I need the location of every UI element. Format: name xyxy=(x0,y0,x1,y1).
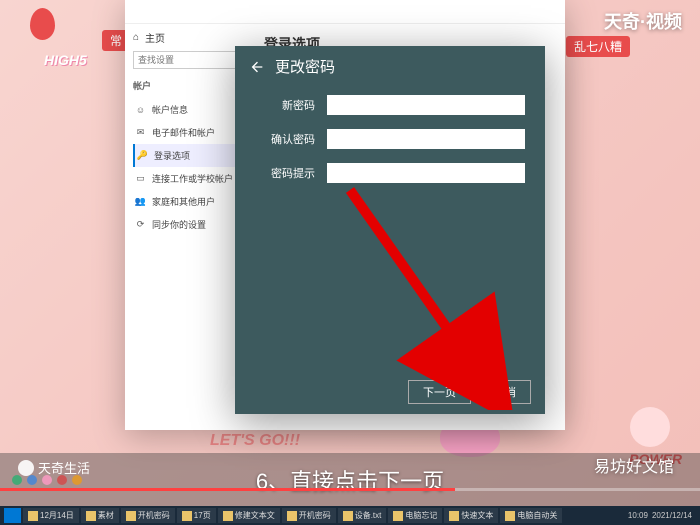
sidebar-item-label: 同步你的设置 xyxy=(152,218,206,231)
taskbar-item[interactable]: 17页 xyxy=(177,508,216,523)
folder-icon xyxy=(223,511,233,521)
taskbar-item[interactable]: 设备.txt xyxy=(338,508,387,523)
folder-icon xyxy=(126,511,136,521)
system-tray[interactable]: 10:09 2021/12/14 xyxy=(628,511,696,520)
folder-icon xyxy=(86,511,96,521)
taskbar-item[interactable]: 电脑忘记 xyxy=(388,508,442,523)
sync-icon: ⟳ xyxy=(135,219,146,230)
sidebar-item-sync[interactable]: ⟳ 同步你的设置 xyxy=(133,213,242,236)
settings-sidebar: ⌂ 主页 帐户 ☺帐户信息 ✉电子邮件和帐户 🔑登录选项 ▭连接工作或学校帐户 … xyxy=(125,24,250,430)
modal-footer: 下一页 取消 xyxy=(235,370,545,414)
taskbar: 12月14日 素材 开机密码 17页 修建文本文 开机密码 设备.txt 电脑忘记 快速文本 电脑… xyxy=(0,506,700,525)
sidebar-item-label: 家庭和其他用户 xyxy=(152,195,215,208)
modal-header: 更改密码 xyxy=(235,46,545,87)
folder-icon xyxy=(449,511,459,521)
balloon-icon xyxy=(30,8,55,40)
sidebar-item-account-info[interactable]: ☺ 帐户信息 xyxy=(133,98,242,121)
next-button[interactable]: 下一页 xyxy=(408,380,471,404)
sidebar-item-work-school[interactable]: ▭ 连接工作或学校帐户 xyxy=(133,167,242,190)
sidebar-item-label: 帐户信息 xyxy=(152,103,188,116)
tray-time: 10:09 xyxy=(628,511,648,520)
brand-icon xyxy=(18,460,34,476)
start-button[interactable] xyxy=(4,508,21,523)
video-progress-bar[interactable] xyxy=(0,488,700,491)
home-icon: ⌂ xyxy=(133,32,139,43)
person-icon: ☺ xyxy=(135,104,146,115)
taskbar-item-label: 修建文本文 xyxy=(235,510,275,521)
brand-bl-text: 天奇生活 xyxy=(38,458,90,477)
letsgo-text: LET'S GO!!! xyxy=(210,432,300,450)
confirm-password-label: 确认密码 xyxy=(255,131,315,147)
briefcase-icon: ▭ xyxy=(135,173,146,184)
taskbar-item[interactable]: 素材 xyxy=(81,508,119,523)
taskbar-item-label: 快速文本 xyxy=(461,510,493,521)
taskbar-item-label: 12月14日 xyxy=(40,510,74,521)
arrow-left-icon xyxy=(249,59,265,75)
taskbar-item-label: 设备.txt xyxy=(355,510,382,521)
watermark-bottom-left: 天奇生活 xyxy=(18,458,90,477)
key-icon: 🔑 xyxy=(137,150,148,161)
taskbar-item[interactable]: 快速文本 xyxy=(444,508,498,523)
sidebar-category: 帐户 xyxy=(133,79,242,92)
folder-icon xyxy=(287,511,297,521)
taskbar-item[interactable]: 12月14日 xyxy=(23,508,79,523)
new-password-input[interactable] xyxy=(327,95,525,115)
modal-body: 新密码 确认密码 密码提示 xyxy=(235,87,545,370)
fist-icon xyxy=(630,407,670,447)
settings-search-input[interactable] xyxy=(133,51,242,69)
password-hint-input[interactable] xyxy=(327,163,525,183)
high5-text: HIGH5 xyxy=(44,52,87,68)
mail-icon: ✉ xyxy=(135,127,146,138)
decor-badge-2: 乱七八糟 xyxy=(566,36,630,57)
watermark-bottom-right: 易坊好文馆 xyxy=(594,453,674,477)
confirm-password-input[interactable] xyxy=(327,129,525,149)
taskbar-item-label: 电脑忘记 xyxy=(405,510,437,521)
settings-titlebar xyxy=(125,0,565,24)
taskbar-item[interactable]: 开机密码 xyxy=(121,508,175,523)
sidebar-home[interactable]: ⌂ 主页 xyxy=(133,30,242,45)
taskbar-item-label: 开机密码 xyxy=(138,510,170,521)
video-progress-fill xyxy=(0,488,455,491)
tray-date: 2021/12/14 xyxy=(652,511,692,520)
cancel-button[interactable]: 取消 xyxy=(479,380,531,404)
folder-icon xyxy=(505,511,515,521)
caption-text: 6、直接点击下一页 xyxy=(256,464,444,496)
folder-icon xyxy=(28,511,38,521)
sidebar-item-label: 电子邮件和帐户 xyxy=(152,126,215,139)
new-password-label: 新密码 xyxy=(255,97,315,113)
sidebar-item-family[interactable]: 👥 家庭和其他用户 xyxy=(133,190,242,213)
sidebar-item-signin-options[interactable]: 🔑 登录选项 xyxy=(133,144,242,167)
sidebar-item-label: 连接工作或学校帐户 xyxy=(152,172,233,185)
watermark-top-right: 天奇·视频 xyxy=(604,8,682,34)
taskbar-item-label: 17页 xyxy=(194,510,211,521)
sidebar-item-email[interactable]: ✉ 电子邮件和帐户 xyxy=(133,121,242,144)
taskbar-item[interactable]: 修建文本文 xyxy=(218,508,280,523)
taskbar-item-label: 开机密码 xyxy=(299,510,331,521)
sidebar-home-label: 主页 xyxy=(145,30,165,45)
taskbar-item[interactable]: 电脑自动关 xyxy=(500,508,562,523)
family-icon: 👥 xyxy=(135,196,146,207)
taskbar-item[interactable]: 开机密码 xyxy=(282,508,336,523)
taskbar-item-label: 素材 xyxy=(98,510,114,521)
change-password-modal: 更改密码 新密码 确认密码 密码提示 下一页 取消 xyxy=(235,46,545,414)
folder-icon xyxy=(393,511,403,521)
modal-title: 更改密码 xyxy=(275,56,335,77)
folder-icon xyxy=(343,511,353,521)
password-hint-label: 密码提示 xyxy=(255,165,315,181)
sidebar-item-label: 登录选项 xyxy=(154,149,190,162)
folder-icon xyxy=(182,511,192,521)
taskbar-item-label: 电脑自动关 xyxy=(517,510,557,521)
back-button[interactable] xyxy=(247,57,267,77)
